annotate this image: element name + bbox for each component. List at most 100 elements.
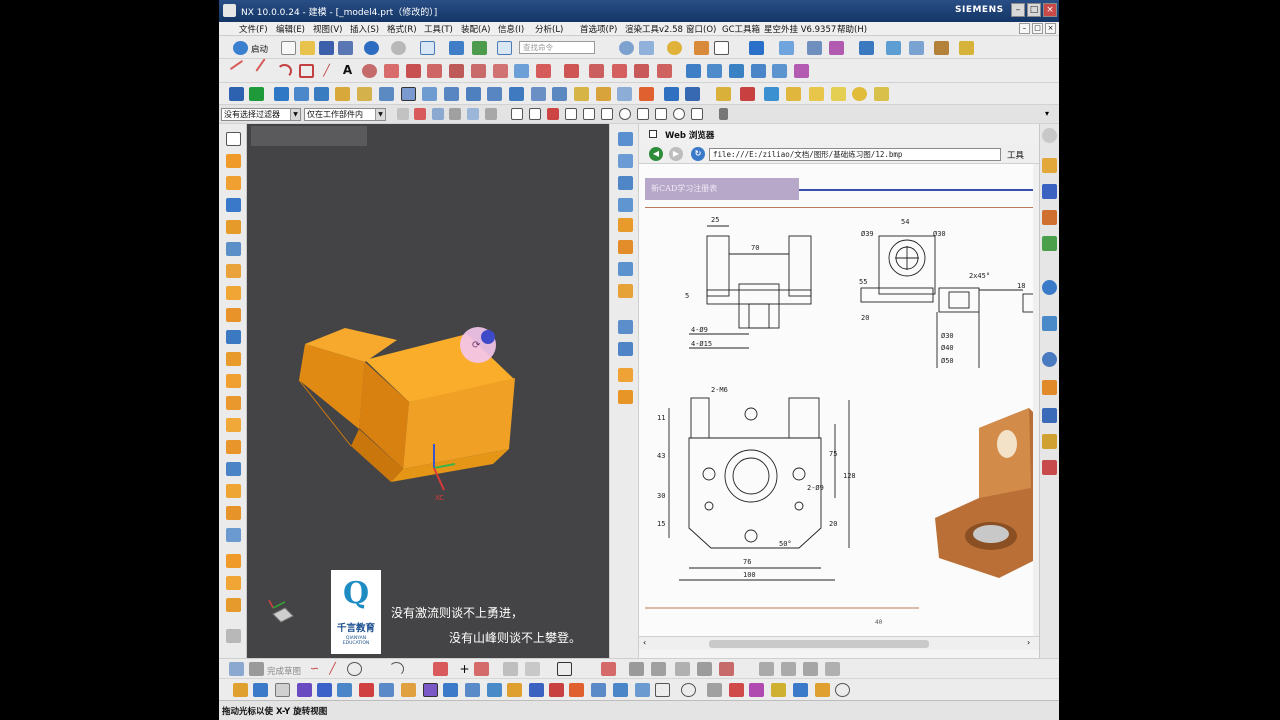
sketch-mirror-icon[interactable] xyxy=(601,662,616,676)
view-layout-icon[interactable] xyxy=(379,683,394,697)
chamfer-side-icon[interactable] xyxy=(226,352,241,366)
tangent-snap-icon[interactable] xyxy=(673,108,685,120)
existing-point-icon[interactable] xyxy=(547,108,559,120)
assembly-navigator-icon[interactable] xyxy=(1042,158,1057,173)
view-paste-icon[interactable] xyxy=(613,683,628,697)
view-globe-icon[interactable] xyxy=(835,683,850,697)
menu-edit[interactable]: 编辑(E) xyxy=(276,23,305,35)
view-save-icon[interactable] xyxy=(635,683,650,697)
sketch-icon[interactable] xyxy=(229,662,244,676)
measure-icon[interactable] xyxy=(859,41,874,55)
material-tool-icon[interactable] xyxy=(618,390,633,404)
surface-tool-icon[interactable] xyxy=(618,154,633,168)
control-point-icon[interactable] xyxy=(467,108,479,120)
view-copy-icon[interactable] xyxy=(591,683,606,697)
scroll-thumb[interactable] xyxy=(709,640,929,648)
clip-icon[interactable] xyxy=(719,108,728,120)
midpoint-icon[interactable] xyxy=(449,108,461,120)
view-material-icon[interactable] xyxy=(507,683,522,697)
undo-icon[interactable] xyxy=(364,41,379,55)
project-curve-icon[interactable] xyxy=(406,64,421,78)
move-face-icon[interactable] xyxy=(226,629,241,643)
view-frame-icon[interactable] xyxy=(655,683,670,697)
unite-icon[interactable] xyxy=(617,87,632,101)
point-on-curve-icon[interactable] xyxy=(565,108,577,120)
view-camera-icon[interactable] xyxy=(529,683,544,697)
draft-side-icon[interactable] xyxy=(226,396,241,410)
sketch-convert-icon[interactable] xyxy=(781,662,796,676)
save-icon[interactable] xyxy=(319,41,334,55)
rectangle-icon[interactable] xyxy=(299,64,314,78)
pole-snap-icon[interactable] xyxy=(691,108,703,120)
render-tool-icon[interactable] xyxy=(618,368,633,382)
rotate-icon[interactable] xyxy=(639,41,654,55)
thread-side-icon[interactable] xyxy=(226,418,241,432)
web-browser-icon[interactable] xyxy=(1042,280,1057,295)
refresh-icon[interactable]: ↻ xyxy=(691,147,705,161)
text-icon[interactable]: A xyxy=(340,63,355,77)
view-fit-icon[interactable] xyxy=(233,683,248,697)
bounded-plane-icon[interactable] xyxy=(772,64,787,78)
scroll-left-icon[interactable]: ‹ xyxy=(643,638,646,647)
menu-help[interactable]: 帮助(H) xyxy=(837,23,867,35)
sketch-circle-icon[interactable] xyxy=(347,662,362,676)
point-on-face-icon[interactable] xyxy=(583,108,595,120)
window-icon[interactable] xyxy=(420,41,435,55)
view-edges-icon[interactable] xyxy=(443,683,458,697)
quadrant-icon[interactable] xyxy=(529,108,541,120)
browser-horizontal-scrollbar[interactable]: ‹ › xyxy=(639,636,1039,650)
roles-icon[interactable] xyxy=(1042,460,1057,475)
view-info-icon[interactable] xyxy=(793,683,808,697)
divide-curve-icon[interactable] xyxy=(564,64,579,78)
fillet-curve-icon[interactable] xyxy=(657,64,672,78)
boolean-icon[interactable] xyxy=(226,308,241,322)
menu-insert[interactable]: 插入(S) xyxy=(350,23,379,35)
copy-icon[interactable] xyxy=(472,41,487,55)
groove-icon[interactable] xyxy=(379,87,394,101)
bounded-grid-icon[interactable] xyxy=(601,108,613,120)
arc-center-icon[interactable] xyxy=(511,108,523,120)
toolbar-overflow-icon[interactable]: ▾ xyxy=(1042,109,1052,119)
sketch-pattern-icon[interactable] xyxy=(675,662,690,676)
view-snap-icon[interactable] xyxy=(749,683,764,697)
sketch-point-icon[interactable]: + xyxy=(457,662,472,676)
calculator-icon[interactable] xyxy=(831,87,846,101)
intersect-side-icon[interactable] xyxy=(226,598,241,612)
mirror-side-icon[interactable] xyxy=(226,462,241,476)
boss-icon[interactable] xyxy=(294,87,309,101)
sketch-dimension-icon[interactable] xyxy=(629,662,644,676)
trim-curve-icon[interactable] xyxy=(536,64,551,78)
view-shade-icon[interactable] xyxy=(401,683,416,697)
through-curves-icon[interactable] xyxy=(707,64,722,78)
minimize-button[interactable]: – xyxy=(1011,3,1025,17)
menubar-close[interactable]: × xyxy=(1045,23,1056,34)
menu-gc-toolbox[interactable]: GC工具箱 xyxy=(722,23,760,35)
endpoint-icon[interactable] xyxy=(432,108,444,120)
curve-tool-icon[interactable] xyxy=(618,132,633,146)
clock-icon[interactable] xyxy=(1042,352,1057,367)
view-next-icon[interactable] xyxy=(317,683,332,697)
sketch-line-icon[interactable]: ╱ xyxy=(325,662,340,676)
plus-snap-icon[interactable] xyxy=(637,108,649,120)
moon-icon[interactable] xyxy=(852,87,867,101)
offset-face-icon[interactable] xyxy=(574,87,589,101)
pad-icon[interactable] xyxy=(335,87,350,101)
cylinder-icon[interactable] xyxy=(226,242,241,256)
hole-icon[interactable] xyxy=(274,87,289,101)
extrude-icon[interactable] xyxy=(229,87,244,101)
pattern-icon[interactable] xyxy=(401,87,416,101)
sketch-trim-icon[interactable] xyxy=(503,662,518,676)
intersection-icon[interactable] xyxy=(485,108,497,120)
finish-sketch-label[interactable]: 完成草图 xyxy=(267,665,301,677)
extrude-side-icon[interactable] xyxy=(226,154,241,168)
edge-blend-icon[interactable] xyxy=(444,87,459,101)
shell-side-icon[interactable] xyxy=(226,374,241,388)
sketch-arc-icon[interactable] xyxy=(389,662,404,676)
pocket-icon[interactable] xyxy=(314,87,329,101)
back-arrow-icon[interactable]: ◀ xyxy=(649,147,663,161)
cam-icon[interactable] xyxy=(639,87,654,101)
new-sketch-icon[interactable] xyxy=(226,132,241,146)
constraint-icon[interactable] xyxy=(829,41,844,55)
view-prev-icon[interactable] xyxy=(297,683,312,697)
chamfer-icon[interactable] xyxy=(466,87,481,101)
